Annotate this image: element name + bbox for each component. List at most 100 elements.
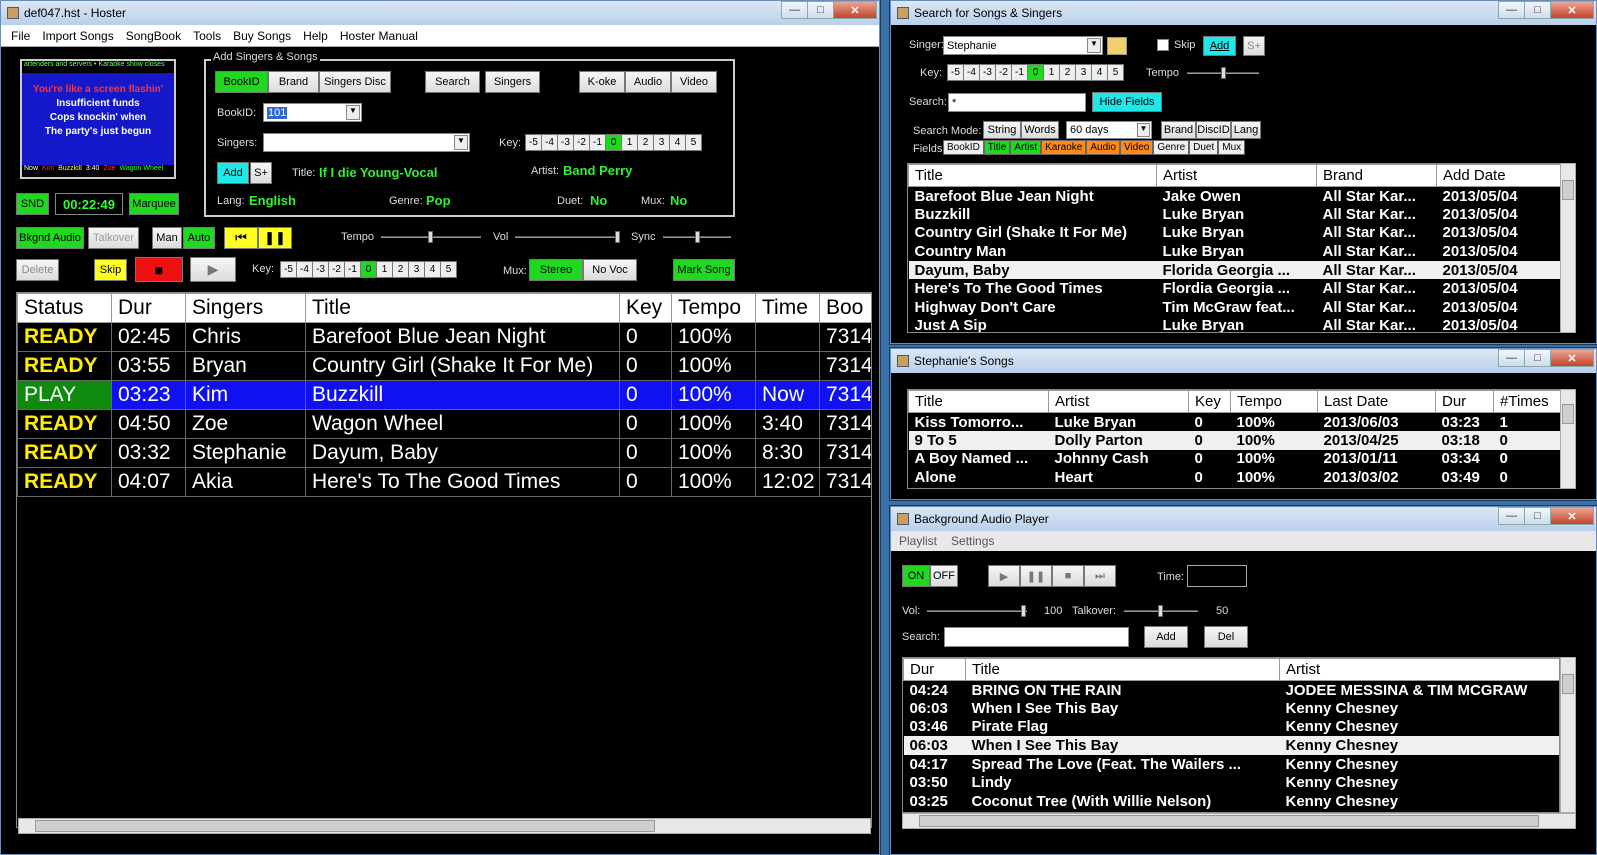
field-toggle[interactable]: Title [983,140,1011,155]
table-row[interactable]: 9 To 5 Dolly Parton 0 100% 2013/04/25 03:18 0 [908,431,1560,450]
del-button[interactable]: Del [1204,626,1248,648]
menu-item[interactable]: Help [297,29,334,43]
key-option[interactable]: 1 [376,261,393,278]
field-toggle[interactable]: Genre [1153,140,1190,155]
audio-button[interactable]: Audio [625,71,671,93]
column-header[interactable]: Time [755,293,820,323]
table-row[interactable]: Country Girl (Shake It For Me) Luke Bryan… [909,224,1561,243]
key-option[interactable]: 3 [408,261,425,278]
talkover-button[interactable]: Talkover [88,227,139,249]
field-toggle[interactable]: Artist [1010,140,1042,155]
marquee-button[interactable]: Marquee [129,193,179,215]
scroll-thumb[interactable] [1562,404,1574,424]
string-button[interactable]: String [983,121,1021,139]
singers-button[interactable]: Singers [485,71,540,93]
menu-item[interactable]: SongBook [120,29,187,43]
key-adjust[interactable]: -5 -4 -3 -2 -1 0 1 2 3 4 5 [280,261,457,278]
key-selector[interactable]: -5 -4 -3 -2 -1 0 1 2 3 4 5 [525,134,702,151]
menu-item[interactable]: Tools [187,29,227,43]
key-option[interactable]: 5 [685,134,702,151]
table-row[interactable]: Alone Heart 0 100% 2013/03/02 03:49 0 [909,468,1561,487]
minimize-icon[interactable]: — [781,1,808,19]
menu-settings[interactable]: Settings [951,534,994,548]
chevron-down-icon[interactable]: ▼ [454,135,468,150]
scroll-thumb[interactable] [919,815,1539,827]
table-row[interactable]: READY 03:55 Bryan Country Girl (Shake It Fo… [17,351,871,381]
column-header[interactable]: Title [965,658,1280,681]
key-option[interactable]: 3 [653,134,670,151]
maximize-icon[interactable]: □ [807,1,834,19]
column-header[interactable]: Last Date [1317,390,1436,413]
menu-item[interactable]: Buy Songs [227,29,297,43]
menu-item[interactable]: Import Songs [36,29,119,43]
key-option[interactable]: -1 [589,134,606,151]
tab-bookid[interactable]: BookID [215,71,268,93]
key-option[interactable]: -4 [541,134,558,151]
close-icon[interactable]: ✕ [1550,1,1594,19]
key-option[interactable]: 1 [1043,64,1060,81]
maximize-icon[interactable]: □ [1524,1,1551,19]
skip-checkbox[interactable] [1157,39,1169,51]
minimize-icon[interactable]: — [1498,1,1525,19]
novoc-button[interactable]: No Voc [583,259,637,281]
key-option[interactable]: 1 [621,134,638,151]
splus-button[interactable]: S+ [1243,36,1265,56]
field-toggle[interactable]: Duet [1189,140,1219,155]
column-header[interactable]: Key [619,293,672,323]
man-button[interactable]: Man [152,227,182,249]
key-option[interactable]: -3 [312,261,329,278]
table-row[interactable]: 03:50 Lindy Kenny Chesney [904,773,1560,792]
vol-slider[interactable] [515,231,620,243]
key-option[interactable]: -2 [995,64,1012,81]
field-toggle[interactable]: Karaoke [1041,140,1087,155]
key-option[interactable]: 4 [669,134,686,151]
stop-icon[interactable]: ■ [135,257,183,282]
column-header[interactable]: Title [908,390,1049,413]
key-option[interactable]: 2 [392,261,409,278]
days-select[interactable]: 60 days ▼ [1066,121,1152,139]
column-header[interactable]: Title [305,293,620,323]
table-row[interactable]: 06:03 When I See This Bay Kenny Chesney [904,699,1560,718]
scroll-thumb[interactable] [35,820,655,832]
tab-singers-disc[interactable]: Singers Disc [319,71,391,93]
chevron-down-icon[interactable]: ▼ [1087,38,1101,53]
key-option[interactable]: -2 [328,261,345,278]
column-header[interactable]: Artist [1279,658,1559,681]
key-option[interactable]: -2 [573,134,590,151]
maximize-icon[interactable]: □ [1524,349,1551,367]
table-row[interactable]: 06:03 When I See This Bay Kenny Chesney [903,736,1559,755]
key-option[interactable]: 5 [1107,64,1124,81]
on-button[interactable]: ON [902,565,930,587]
queue-hscrollbar[interactable] [18,818,871,834]
table-row[interactable]: READY 02:45 Chris Barefoot Blue Jean Night 0… [17,322,871,352]
key-option[interactable]: 2 [1059,64,1076,81]
key-selector[interactable]: -5 -4 -3 -2 -1 0 1 2 3 4 5 [947,64,1124,81]
table-row[interactable]: Buzzkill Luke Bryan All Star Kar... 2013/05… [909,205,1561,224]
folder-icon[interactable] [1107,37,1127,55]
splus-button[interactable]: S+ [250,162,272,184]
auto-button[interactable]: Auto [183,227,215,249]
table-row[interactable]: READY 04:07 Akia Here's To The Good Times 0 1… [17,467,871,497]
key-option[interactable]: 4 [1091,64,1108,81]
hoster-titlebar[interactable]: def047.hst - Hoster — □ ✕ [1,1,879,25]
close-icon[interactable]: ✕ [1550,507,1594,525]
pause-icon[interactable]: ❚❚ [1020,565,1052,587]
column-header[interactable]: Tempo [1230,390,1318,413]
stereo-button[interactable]: Stereo [529,259,583,281]
key-option[interactable]: -3 [557,134,574,151]
key-option[interactable]: -5 [525,134,542,151]
scroll-thumb[interactable] [1562,674,1574,694]
koke-button[interactable]: K-oke [579,71,625,93]
column-header[interactable]: #Times [1493,390,1560,413]
search-input[interactable]: * [948,93,1086,112]
bookid-select[interactable]: 101 ▼ [263,103,362,122]
snd-button[interactable]: SND [16,193,49,215]
bkgnd-audio-button[interactable]: Bkgnd Audio [16,227,84,249]
chevron-down-icon[interactable]: ▼ [1137,123,1150,137]
stop-icon[interactable]: ■ [1052,565,1084,587]
key-option[interactable]: 2 [637,134,654,151]
skip-button[interactable]: Skip [94,259,127,281]
key-option[interactable]: 5 [440,261,457,278]
field-toggle[interactable]: Video [1119,140,1154,155]
table-row[interactable]: Here's To The Good Times Flordia Georgia … [909,279,1561,298]
